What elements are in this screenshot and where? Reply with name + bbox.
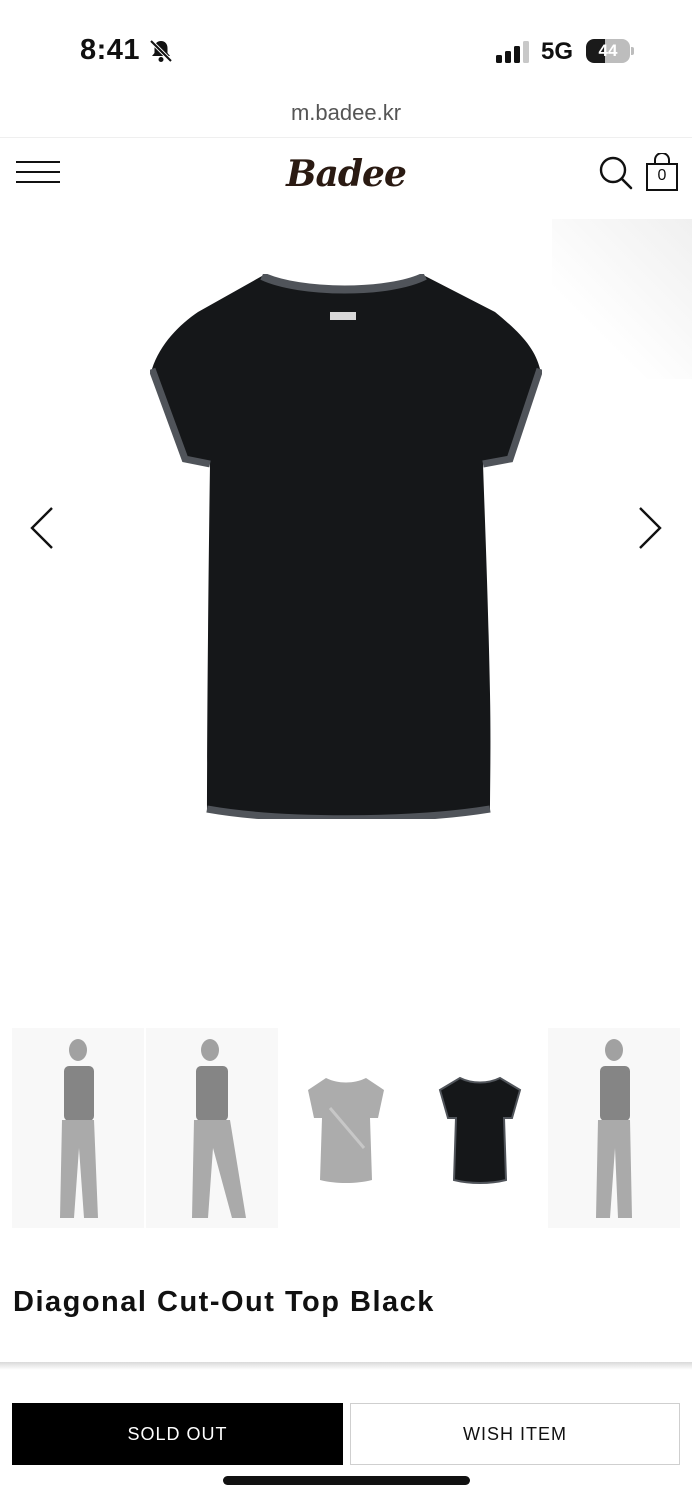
thumbnail-strip — [12, 1028, 680, 1228]
thumbnail-2[interactable] — [146, 1028, 278, 1228]
battery-icon: 44 — [586, 39, 634, 63]
wish-item-button[interactable]: WISH ITEM — [350, 1403, 680, 1465]
status-time: 8:41 — [80, 34, 141, 66]
thumbnail-5[interactable] — [548, 1028, 680, 1228]
status-bar: 8:41 5G 44 — [0, 0, 692, 100]
sold-out-button[interactable]: SOLD OUT — [12, 1403, 343, 1465]
main-product-image[interactable] — [0, 219, 692, 1019]
url-bar[interactable]: m.badee.kr — [0, 100, 692, 138]
product-title: Diagonal Cut-Out Top Black — [13, 1286, 435, 1318]
cart-icon[interactable]: 0 — [644, 152, 680, 193]
search-icon[interactable] — [598, 155, 634, 191]
action-bar-divider — [0, 1362, 692, 1370]
brand-logo[interactable]: Badee — [0, 153, 692, 195]
thumbnail-3[interactable] — [280, 1028, 412, 1228]
bell-slash-icon — [149, 39, 173, 63]
cart-count: 0 — [657, 167, 667, 184]
thumbnail-1[interactable] — [12, 1028, 144, 1228]
battery-level: 44 — [598, 41, 618, 60]
chevron-left-icon[interactable] — [26, 504, 58, 552]
tshirt-image — [150, 274, 542, 819]
signal-icon — [496, 41, 529, 63]
thumbnail-4[interactable] — [414, 1028, 546, 1228]
chevron-right-icon[interactable] — [634, 504, 666, 552]
site-header: Badee 0 — [0, 139, 692, 219]
network-type: 5G — [541, 38, 574, 65]
home-indicator[interactable] — [223, 1476, 470, 1485]
